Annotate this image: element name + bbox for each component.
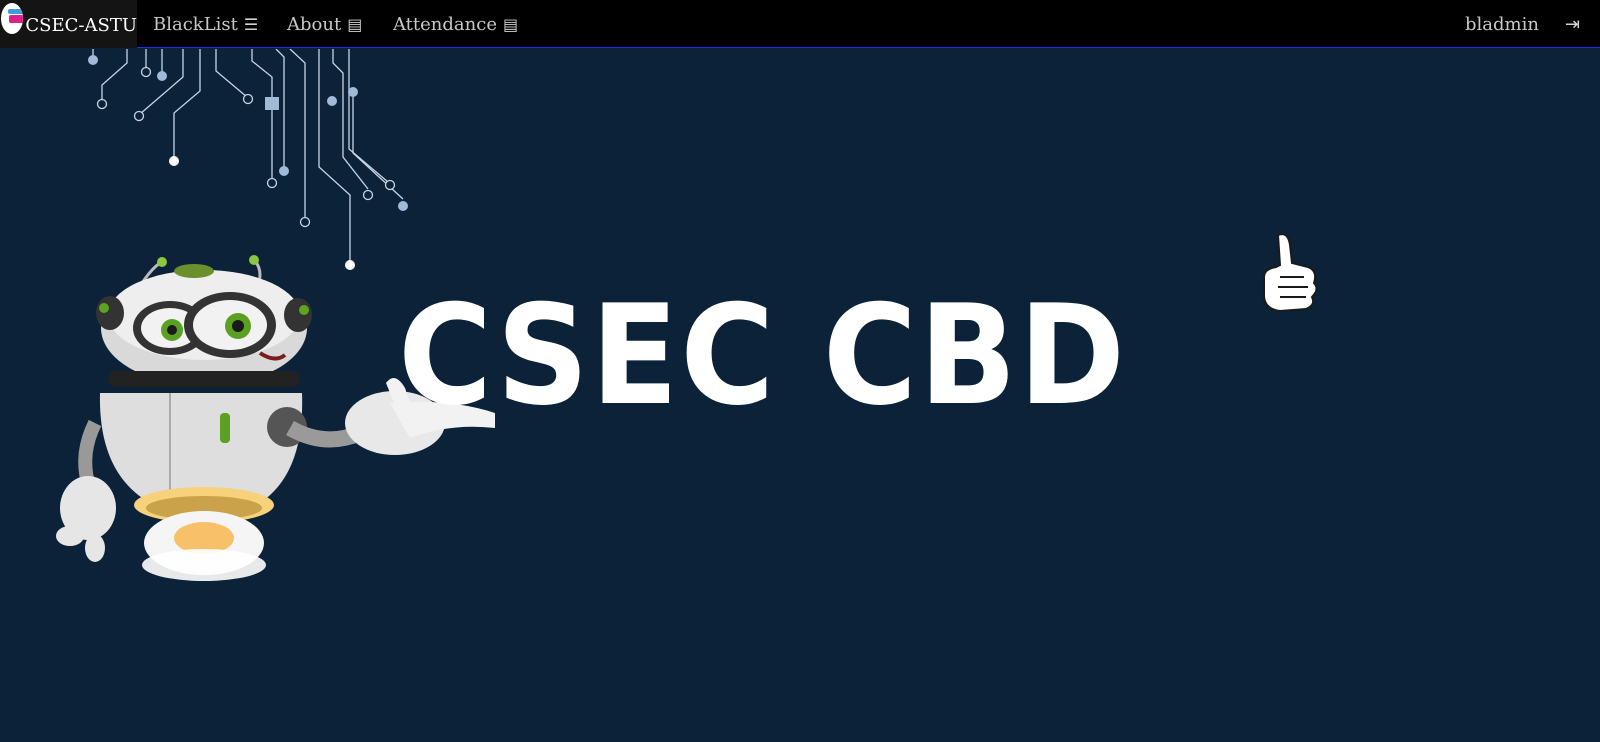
user-menu[interactable]: bladmin <box>1465 0 1539 48</box>
nav-item-label: About <box>287 13 342 35</box>
brand-logo <box>1 2 24 34</box>
nav-item-attendance[interactable]: Attendance ▤ <box>393 0 518 48</box>
logout-button[interactable]: ⇥ <box>1565 0 1580 48</box>
nav-item-about[interactable]: About ▤ <box>287 0 362 48</box>
list-icon: ☰ <box>243 14 259 34</box>
brand-title: CSEC-ASTU <box>25 14 137 36</box>
list-alt-icon: ▤ <box>347 14 363 34</box>
brand[interactable]: CSEC-ASTU <box>0 0 137 48</box>
thumbs-up-icon <box>1263 233 1318 313</box>
nav-item-label: Attendance <box>393 13 497 35</box>
list-alt-icon: ▤ <box>502 14 519 34</box>
nav-item-blacklist[interactable]: BlackList ☰ <box>153 0 258 48</box>
hero-title: CSEC CBD <box>398 275 1127 436</box>
username: bladmin <box>1465 13 1539 35</box>
top-navbar: CSEC-ASTU BlackList ☰ About ▤ Attendance… <box>0 0 1600 48</box>
circuit-decoration <box>88 49 408 270</box>
hero-banner: CSEC CBD <box>0 49 1600 742</box>
nav-item-label: BlackList <box>153 13 238 35</box>
sign-out-icon: ⇥ <box>1565 13 1581 35</box>
